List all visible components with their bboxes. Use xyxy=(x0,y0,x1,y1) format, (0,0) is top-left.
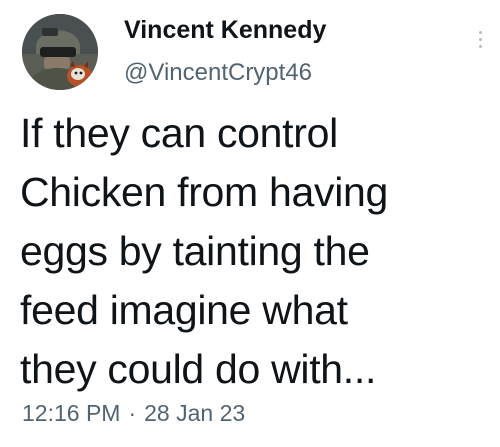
tweet-timestamp: 12:16 PM · 28 Jan 23 xyxy=(22,399,245,427)
tweet-text-line: Chicken from having xyxy=(20,169,389,215)
tweet-text-line: they could do with... xyxy=(20,346,377,392)
tweet-text-line: If they can control xyxy=(20,110,338,156)
tweet-text-line: feed imagine what xyxy=(20,287,348,333)
tweet-text: If they can control Chicken from having … xyxy=(20,104,485,399)
avatar[interactable] xyxy=(22,14,98,90)
author-handle[interactable]: @VincentCrypt46 xyxy=(124,59,312,87)
author-display-name[interactable]: Vincent Kennedy xyxy=(124,15,326,45)
avatar-image xyxy=(22,14,98,90)
tweet-date-link[interactable]: 28 Jan 23 xyxy=(144,400,245,426)
tweet-text-line: eggs by tainting the xyxy=(20,228,370,274)
more-dot xyxy=(478,37,482,41)
tweet-time-link[interactable]: 12:16 PM xyxy=(22,400,120,426)
more-dot xyxy=(478,30,482,34)
more-dot xyxy=(478,44,482,48)
more-options-icon[interactable] xyxy=(468,24,492,54)
tweet-card: Vincent Kennedy @VincentCrypt46 If they … xyxy=(0,0,500,447)
timestamp-separator: · xyxy=(128,400,137,426)
